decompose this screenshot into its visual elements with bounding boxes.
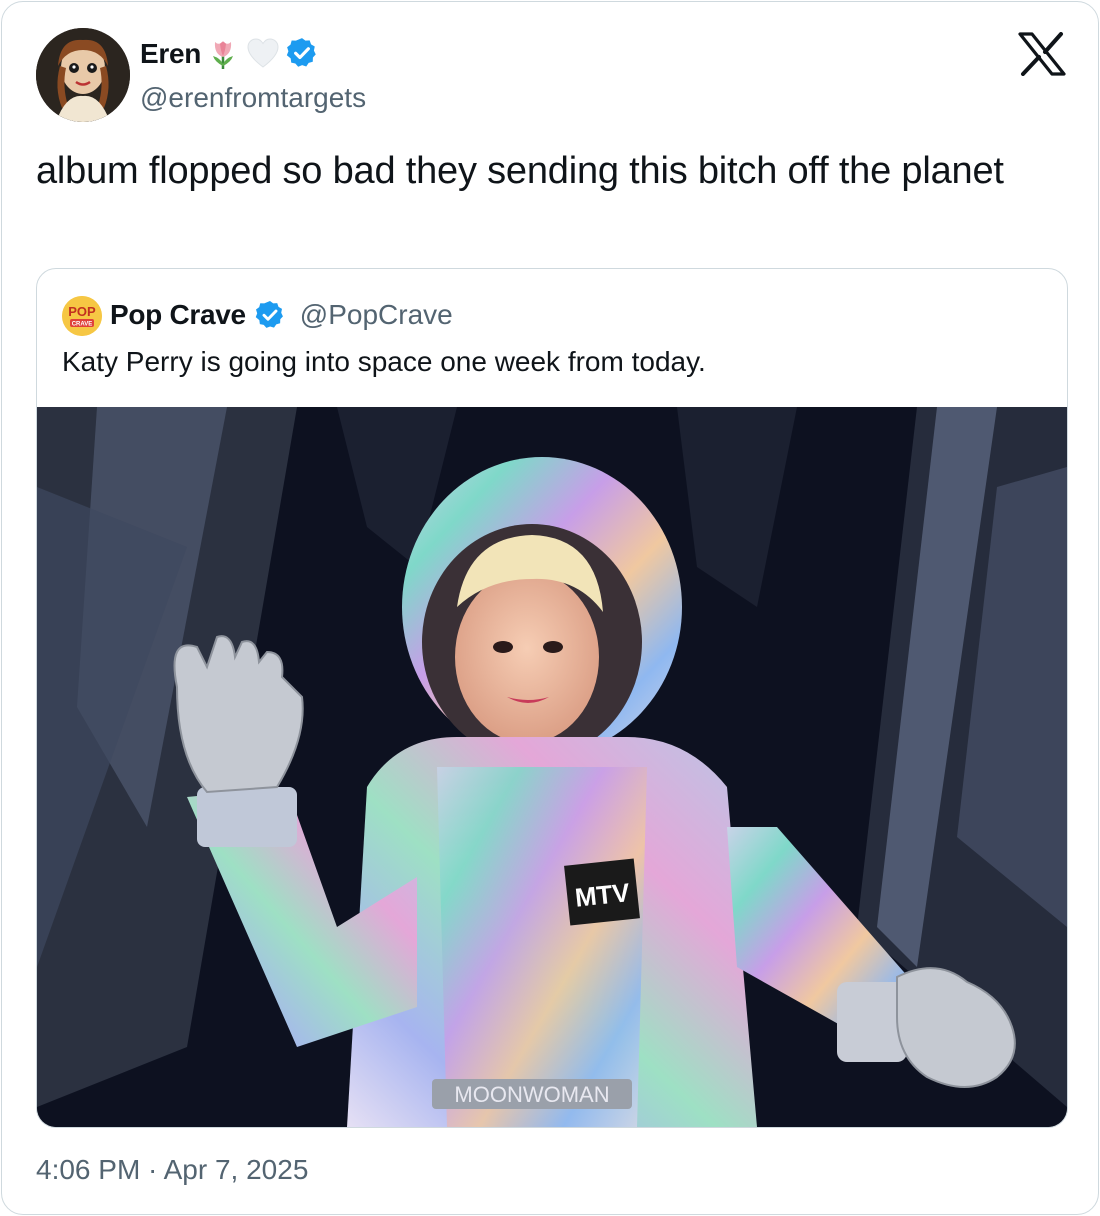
avatar-text-bottom: CRAVE: [72, 322, 93, 328]
author-avatar[interactable]: [36, 28, 130, 122]
popcrave-avatar[interactable]: POP CRAVE: [62, 296, 102, 336]
quoted-tweet[interactable]: POP CRAVE Pop Crave @PopCrave Katy Perry…: [36, 268, 1068, 1128]
tweet-text: album flopped so bad they sending this b…: [36, 150, 1004, 192]
mtv-patch-text: MTV: [573, 877, 631, 913]
quote-display-name[interactable]: Pop Crave: [110, 299, 246, 331]
quote-name-row: Pop Crave @PopCrave: [110, 297, 453, 333]
quote-handle[interactable]: @PopCrave: [300, 299, 453, 331]
author-name-row: Eren: [140, 36, 321, 72]
tweet-card[interactable]: Eren @erenfromtargets album flopped so b…: [1, 1, 1099, 1215]
quote-media-image[interactable]: MTV MOONWOMAN: [37, 407, 1067, 1127]
quote-text: Katy Perry is going into space one week …: [62, 346, 706, 377]
avatar-text-top: POP: [68, 304, 96, 319]
verified-badge-icon: [285, 36, 321, 72]
author-display-name[interactable]: Eren: [140, 38, 201, 70]
tulip-icon: [205, 36, 241, 72]
x-logo-icon[interactable]: [1018, 32, 1066, 76]
belt-text: MOONWOMAN: [454, 1082, 609, 1107]
white-heart-icon: [245, 36, 281, 72]
tweet-timestamp[interactable]: 4:06 PM · Apr 7, 2025: [36, 1154, 308, 1186]
verified-badge-icon: [254, 299, 286, 331]
author-handle[interactable]: @erenfromtargets: [140, 82, 366, 114]
